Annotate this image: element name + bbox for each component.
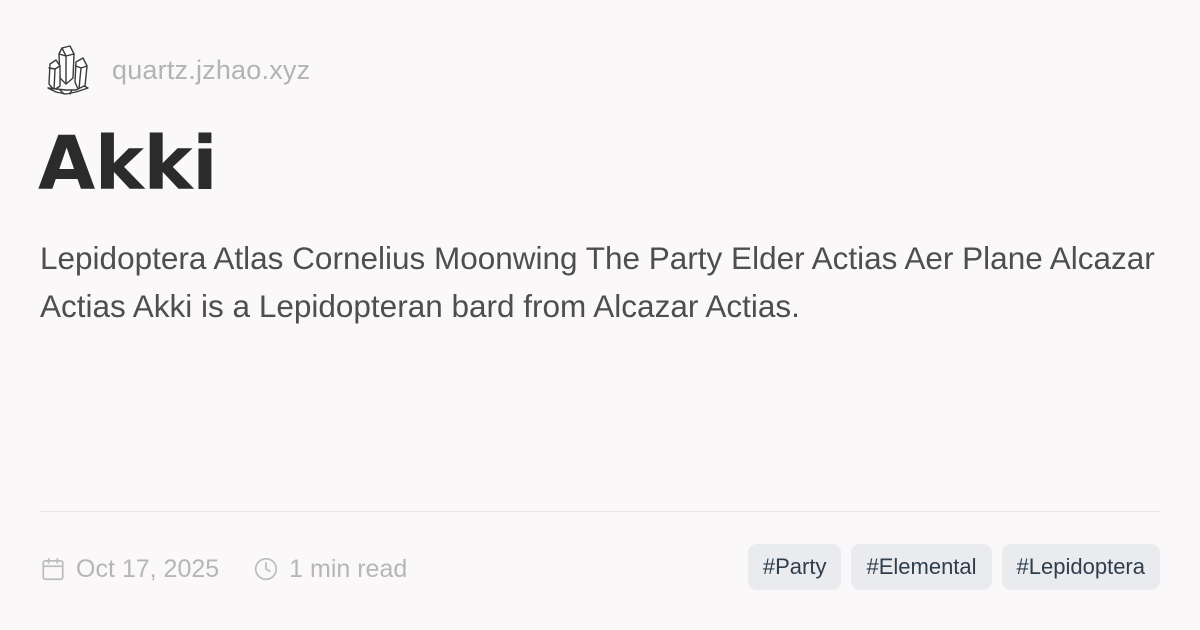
page-description: Lepidoptera Atlas Cornelius Moonwing The… — [40, 240, 1155, 324]
calendar-icon — [40, 556, 66, 582]
clock-icon — [253, 556, 279, 582]
tag-lepidoptera[interactable]: #Lepidoptera — [1001, 544, 1160, 590]
site-name: quartz.jzhao.xyz — [112, 54, 311, 85]
crystal-logo-icon — [40, 42, 96, 98]
divider — [40, 511, 1160, 512]
tag-party[interactable]: #Party — [747, 544, 842, 590]
site-header: quartz.jzhao.xyz — [40, 42, 310, 98]
page-meta: Oct 17, 2025 1 min read — [40, 546, 407, 592]
date-text: Oct 17, 2025 — [76, 554, 220, 583]
tag-list: #Party #Elemental #Lepidoptera — [747, 544, 1160, 590]
date-meta: Oct 17, 2025 — [40, 555, 219, 584]
reading-time-text: 1 min read — [289, 554, 408, 583]
tag-elemental[interactable]: #Elemental — [851, 544, 992, 590]
reading-time-meta: 1 min read — [253, 555, 407, 584]
og-card: quartz.jzhao.xyz Akki Lepidoptera Atlas … — [0, 0, 1200, 630]
page-title: Akki — [38, 121, 218, 207]
